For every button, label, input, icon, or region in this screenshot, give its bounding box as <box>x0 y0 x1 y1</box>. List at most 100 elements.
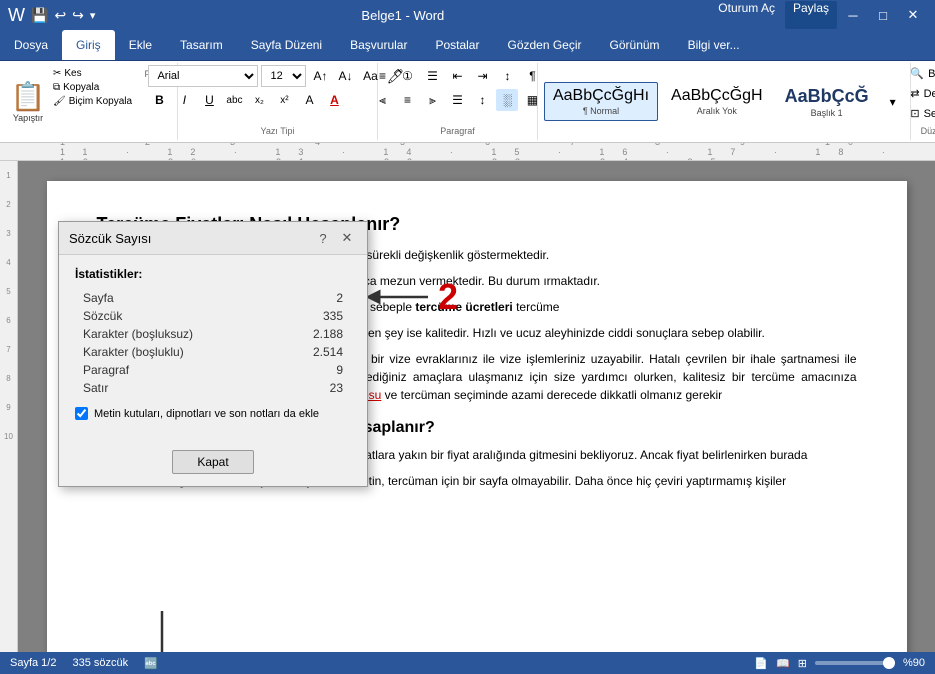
multilevel-button[interactable]: ☰ <box>421 65 443 87</box>
font-size-select[interactable]: 12 <box>261 65 306 87</box>
title-bar-right: Oturum Aç Paylaş ─ □ ✕ <box>710 1 927 29</box>
dialog-close-button[interactable]: Kapat <box>172 450 253 474</box>
title-bar: W 💾 ↩ ↪ ▾ Belge1 - Word Oturum Aç Paylaş… <box>0 0 935 30</box>
tab-bilgi[interactable]: Bilgi ver... <box>674 30 754 60</box>
style-normal-label: ¶ Normal <box>583 106 619 116</box>
down-arrow-annotation <box>147 606 177 652</box>
tab-dosya[interactable]: Dosya <box>0 30 62 60</box>
stat-label-sozcuk: Sözcük <box>83 309 122 323</box>
page-info: Sayfa 1/2 <box>10 657 56 669</box>
include-textboxes-checkbox[interactable] <box>75 407 88 420</box>
side-ruler: 12 3 4 5 6 7 8 9 10 <box>0 161 18 652</box>
styles-more-button[interactable]: ▾ <box>882 91 904 113</box>
quick-undo[interactable]: ↩ <box>54 7 66 24</box>
word-count-dialog: Sözcük Sayısı ? ✕ İstatistikler: Sayfa 2… <box>58 221 368 487</box>
quick-save[interactable]: 💾 <box>31 7 48 24</box>
clipboard-side: ✂ Kes ⧉ Kopyala 🖌 Biçim Kopyala <box>50 65 135 138</box>
main-area: 12 3 4 5 6 7 8 9 10 Sözcük Sayısı ? ✕ İs… <box>0 161 935 652</box>
replace-button[interactable]: ⇄ Değiştir <box>906 85 935 102</box>
select-button[interactable]: ⊡ Seç <box>906 105 935 122</box>
zoom-thumb <box>883 657 895 669</box>
share-label[interactable]: Paylaş <box>785 1 837 29</box>
bold-button[interactable]: B <box>148 89 170 111</box>
shading-button[interactable]: ░ <box>496 89 518 111</box>
tab-basvurular[interactable]: Başvurular <box>336 30 421 60</box>
zoom-level: %90 <box>903 657 925 669</box>
paste-label: Yapıştır <box>13 113 43 123</box>
styles-section: AaBbÇcĞgHı ¶ Normal AaBbÇcĞgH Aralık Yok… <box>538 63 911 140</box>
font-name-select[interactable]: Arial <box>148 65 258 87</box>
numbering-button[interactable]: ① <box>396 65 418 87</box>
copy-icon: ⧉ <box>53 82 60 93</box>
minimize-button[interactable]: ─ <box>839 1 867 29</box>
style-heading1-label: Başlık 1 <box>811 108 843 118</box>
font-group: Arial 12 A↑ A↓ Aa 🖊 B I U abc x₂ x² A A <box>178 63 378 140</box>
style-no-spacing-label: Aralık Yok <box>697 106 737 116</box>
style-heading1[interactable]: AaBbÇcĞ Başlık 1 <box>776 81 878 123</box>
stat-row-satir: Satır 23 <box>75 379 351 397</box>
shrink-font-button[interactable]: A↓ <box>334 65 356 87</box>
ribbon-tabs: Dosya Giriş Ekle Tasarım Sayfa Düzeni Ba… <box>0 30 935 60</box>
tab-giris[interactable]: Giriş <box>62 30 115 60</box>
dialog-box: Sözcük Sayısı ? ✕ İstatistikler: Sayfa 2… <box>58 221 368 487</box>
cut-button[interactable]: ✂ Kes <box>50 67 135 80</box>
tab-sayfa-duzeni[interactable]: Sayfa Düzeni <box>237 30 336 60</box>
stat-value-karakter-bosluklu: 2.514 <box>313 345 343 359</box>
format-painter-icon: 🖌 <box>53 96 66 107</box>
indent-decrease-button[interactable]: ⇤ <box>446 65 468 87</box>
indent-increase-button[interactable]: ⇥ <box>471 65 493 87</box>
paragraph-label: Paragraf <box>384 124 531 138</box>
highlight-button[interactable]: A <box>298 89 320 111</box>
align-right-button[interactable]: ⫸ <box>421 89 443 111</box>
style-normal[interactable]: AaBbÇcĞgHı ¶ Normal <box>544 82 658 121</box>
bullets-button[interactable]: ≡ <box>371 65 393 87</box>
stat-label-satir: Satır <box>83 381 108 395</box>
align-center-button[interactable]: ≡ <box>396 89 418 111</box>
editing-group: 🔍 Bul ⇄ Değiştir ⊡ Seç Düzenleme <box>911 63 935 140</box>
justify-button[interactable]: ☰ <box>446 89 468 111</box>
account-label[interactable]: Oturum Aç <box>710 1 783 29</box>
dialog-help-button[interactable]: ? <box>313 228 333 248</box>
font-group-label: Yazı Tipi <box>184 124 371 138</box>
line-spacing-button[interactable]: ↕ <box>471 89 493 111</box>
copy-button[interactable]: ⧉ Kopyala <box>50 81 135 94</box>
language-icon: 🔤 <box>144 657 158 670</box>
tab-gozden-gecir[interactable]: Gözden Geçir <box>493 30 595 60</box>
maximize-button[interactable]: □ <box>869 1 897 29</box>
grow-font-button[interactable]: A↑ <box>309 65 331 87</box>
tab-postalar[interactable]: Postalar <box>421 30 493 60</box>
cut-icon: ✂ <box>53 68 61 79</box>
view-layout-icon[interactable]: ⊞ <box>798 657 807 670</box>
style-no-spacing-preview: AaBbÇcĞgH <box>671 87 763 105</box>
sort-button[interactable]: ↕ <box>496 65 518 87</box>
underline-button[interactable]: U <box>198 89 220 111</box>
italic-button[interactable]: I <box>173 89 195 111</box>
tab-ekle[interactable]: Ekle <box>115 30 166 60</box>
stat-row-sayfa: Sayfa 2 <box>75 289 351 307</box>
dialog-title-text: Sözcük Sayısı <box>69 231 151 246</box>
view-read-icon[interactable]: 📖 <box>776 657 790 670</box>
ribbon: Dosya Giriş Ekle Tasarım Sayfa Düzeni Ba… <box>0 30 935 61</box>
quick-redo[interactable]: ↪ <box>72 7 84 24</box>
tab-tasarim[interactable]: Tasarım <box>166 30 237 60</box>
dialog-close-x-button[interactable]: ✕ <box>337 228 357 248</box>
view-normal-icon[interactable]: 📄 <box>754 657 768 670</box>
dialog-checkbox-row: Metin kutuları, dipnotları ve son notlar… <box>75 407 351 420</box>
select-label: Seç <box>924 108 935 120</box>
strikethrough-button[interactable]: abc <box>223 89 245 111</box>
stat-label-paragraf: Paragraf <box>83 363 129 377</box>
paste-button[interactable]: 📋 Yapıştır <box>8 65 48 138</box>
find-button[interactable]: 🔍 Bul <box>906 65 935 82</box>
style-no-spacing[interactable]: AaBbÇcĞgH Aralık Yok <box>662 82 772 121</box>
superscript-button[interactable]: x² <box>273 89 295 111</box>
close-button[interactable]: ✕ <box>899 1 927 29</box>
find-icon: 🔍 <box>910 67 924 80</box>
tab-gorunum[interactable]: Görünüm <box>596 30 674 60</box>
font-color-button[interactable]: A <box>323 89 345 111</box>
status-right: 📄 📖 ⊞ %90 <box>754 657 925 670</box>
align-left-button[interactable]: ⫷ <box>371 89 393 111</box>
subscript-button[interactable]: x₂ <box>248 89 270 111</box>
zoom-slider[interactable] <box>815 661 895 665</box>
dialog-title-bar: Sözcük Sayısı ? ✕ <box>59 222 367 255</box>
format-painter-button[interactable]: 🖌 Biçim Kopyala <box>50 95 135 108</box>
